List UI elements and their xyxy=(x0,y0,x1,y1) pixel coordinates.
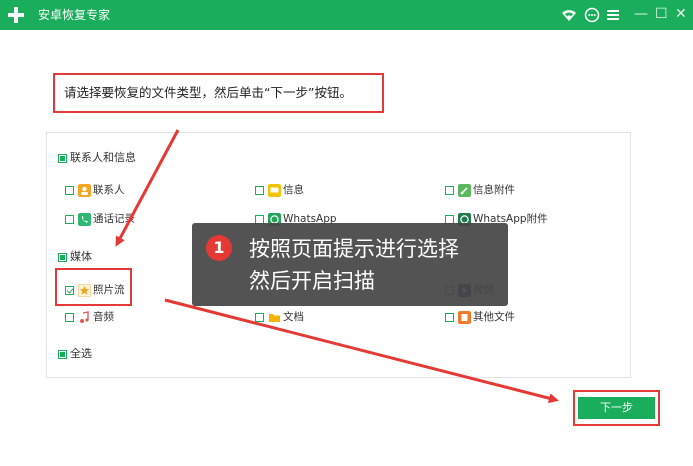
audio-checkbox[interactable] xyxy=(65,313,74,322)
minimize-icon[interactable]: — xyxy=(634,4,648,24)
documents-checkbox[interactable] xyxy=(255,313,264,322)
call-log-label: 通话记录 xyxy=(93,213,135,225)
media-section-checkbox[interactable] xyxy=(58,253,67,262)
media-section-label: 媒体 xyxy=(70,250,92,263)
contacts-checkbox[interactable] xyxy=(65,186,74,195)
select-all-checkbox[interactable] xyxy=(58,350,67,359)
maximize-icon[interactable]: ☐ xyxy=(655,4,668,24)
other-files-checkbox[interactable] xyxy=(445,313,454,322)
next-button[interactable]: 下一步 xyxy=(578,397,655,419)
documents-label: 文档 xyxy=(283,311,304,323)
call-log-checkbox[interactable] xyxy=(65,215,74,224)
message-icon xyxy=(268,184,281,197)
other-files-label: 其他文件 xyxy=(473,311,515,323)
photo-stream-highlight xyxy=(55,268,132,306)
phone-icon xyxy=(78,213,91,226)
window-title: 安卓恢复专家 xyxy=(38,8,111,22)
app-logo-icon xyxy=(8,7,24,23)
message-attachments-label: 信息附件 xyxy=(473,184,515,196)
attachment-icon xyxy=(458,184,471,197)
messages-checkbox[interactable] xyxy=(255,186,264,195)
folder-icon xyxy=(269,314,280,322)
contacts-section-label: 联系人和信息 xyxy=(70,151,136,164)
message-attachments-checkbox[interactable] xyxy=(445,186,454,195)
music-icon xyxy=(80,311,89,323)
select-all-label: 全选 xyxy=(70,347,92,360)
close-icon[interactable]: ✕ xyxy=(675,4,687,24)
audio-label: 音频 xyxy=(93,311,114,323)
contacts-label: 联系人 xyxy=(93,184,125,196)
menu-icon[interactable] xyxy=(605,7,621,23)
guide-tooltip: 1 按照页面提示进行选择 然后开启扫描 xyxy=(192,223,508,306)
step-number-badge: 1 xyxy=(206,235,232,261)
chat-icon[interactable] xyxy=(584,7,600,23)
contacts-section-checkbox[interactable] xyxy=(58,154,67,163)
tooltip-line-2: 然后开启扫描 xyxy=(249,269,375,293)
messages-label: 信息 xyxy=(283,184,304,196)
instruction-text: 请选择要恢复的文件类型，然后单击“下一步”按钮。 xyxy=(53,73,384,113)
contact-icon xyxy=(78,184,91,197)
wifi-icon[interactable] xyxy=(561,7,577,23)
file-icon xyxy=(458,311,471,324)
title-bar: 安卓恢复专家 — ☐ ✕ xyxy=(0,0,693,30)
tooltip-line-1: 按照页面提示进行选择 xyxy=(249,237,459,261)
